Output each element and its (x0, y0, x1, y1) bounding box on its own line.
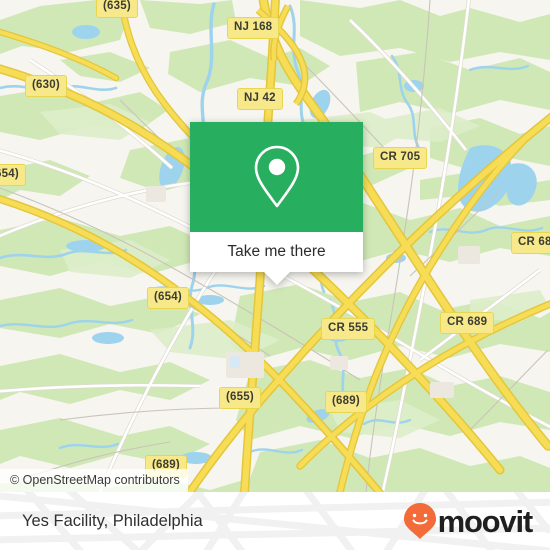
shield-cr-555: CR 555 (321, 318, 376, 340)
moovit-smile-pin-icon (403, 503, 436, 539)
shield-655: (655) (219, 387, 261, 409)
place-name-label: Yes Facility, Philadelphia (22, 511, 203, 530)
shield-635: (635) (96, 0, 138, 18)
popup-header (190, 122, 363, 232)
moovit-logo[interactable]: moovit (403, 502, 534, 540)
shield-cr-689: CR 689 (440, 312, 495, 334)
map-canvas[interactable]: (635) NJ 168 (630) NJ 42 CR 705 (654) CR 689 (6… (0, 0, 550, 492)
shield-654-edge: (654) (0, 164, 26, 186)
built-area-highlights (230, 356, 240, 368)
location-popup-card[interactable]: Take me there (190, 122, 363, 285)
shield-654: (654) (147, 287, 189, 309)
popup-action-row[interactable]: Take me there (190, 232, 363, 285)
shield-630: (630) (25, 75, 67, 97)
moovit-map-screen: (635) NJ 168 (630) NJ 42 CR 705 (654) CR 689 (6… (0, 0, 550, 550)
shield-cr-705: CR 705 (373, 147, 428, 169)
shield-689: (689) (325, 391, 367, 413)
popup-pointer (262, 271, 291, 285)
take-me-there-label: Take me there (227, 243, 326, 260)
footer-content: Yes Facility, Philadelphia moovit (0, 492, 550, 550)
shield-nj-168: NJ 168 (227, 17, 280, 39)
shield-cr-689-right: CR 689 (511, 232, 550, 254)
moovit-wordmark: moovit (437, 503, 534, 539)
osm-attribution[interactable]: © OpenStreetMap contributors (0, 469, 188, 492)
footer-bar: Yes Facility, Philadelphia moovit (0, 492, 550, 550)
map-pin-icon (254, 145, 299, 208)
shield-nj-42: NJ 42 (237, 88, 283, 110)
